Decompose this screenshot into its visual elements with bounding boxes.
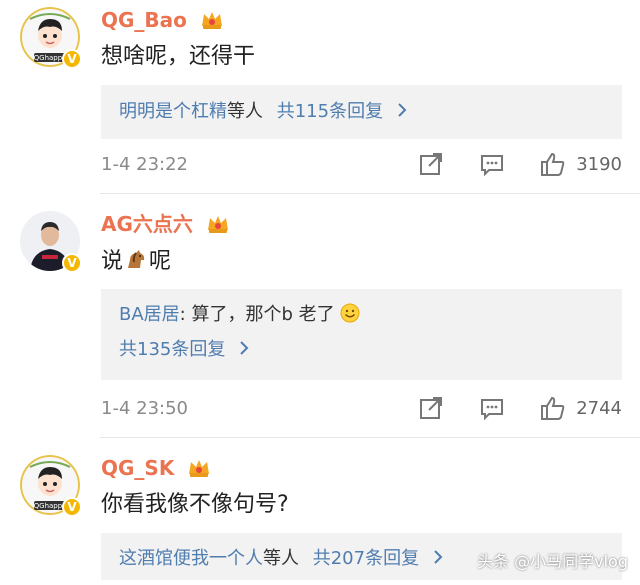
smile-emoji	[340, 303, 360, 330]
comment-meta: 1-4 23:50 2744	[101, 395, 622, 425]
watermark: 头条 @小马同学vlog	[477, 552, 628, 571]
verified-icon: V	[62, 497, 82, 517]
comment-meta: 1-4 23:22 3190	[101, 151, 622, 181]
divider	[100, 437, 640, 438]
reply-icon[interactable]	[479, 151, 505, 181]
crown-icon	[206, 214, 230, 239]
like-icon[interactable]	[539, 395, 567, 425]
horse-emoji	[124, 248, 148, 280]
reply-user-link[interactable]: BA居居	[119, 304, 180, 325]
like-count: 3190	[576, 154, 622, 175]
crown-icon	[200, 10, 224, 35]
crown-icon	[187, 458, 211, 483]
timestamp: 1-4 23:22	[101, 154, 188, 175]
username[interactable]: QG_Bao	[101, 8, 224, 35]
reply-icon[interactable]	[479, 395, 505, 425]
avatar[interactable]: QGhappy V	[20, 7, 82, 69]
timestamp: 1-4 23:50	[101, 398, 188, 419]
verified-icon: V	[62, 49, 82, 69]
reply-suffix: 等人	[227, 101, 263, 122]
avatar[interactable]: V	[20, 211, 82, 273]
username[interactable]: AG六点六	[101, 212, 230, 239]
reply-count-link[interactable]: 共115条回复	[277, 101, 383, 122]
chevron-right-icon	[433, 547, 443, 571]
share-icon[interactable]	[418, 151, 444, 181]
comment-text: 想啥呢，还得干	[101, 44, 256, 69]
reply-user-link[interactable]: 明明是个杠精	[119, 101, 227, 122]
chevron-right-icon	[239, 338, 249, 362]
comment-text: 你看我像不像句号?	[101, 492, 289, 517]
like-count: 2744	[576, 398, 622, 419]
reply-suffix: 等人	[263, 548, 299, 569]
like-icon[interactable]	[539, 151, 567, 181]
reply-preview[interactable]: 明明是个杠精等人 共115条回复	[101, 85, 622, 139]
avatar[interactable]: QGhappy V	[20, 455, 82, 517]
comment-text: 说 呢	[101, 248, 171, 280]
reply-preview[interactable]: BA居居: 算了，那个b 老了 共135条回复	[101, 289, 622, 380]
reply-count-link[interactable]: 共135条回复	[119, 339, 225, 360]
reply-user-link[interactable]: 这酒馆便我一个人	[119, 548, 263, 569]
divider	[100, 193, 640, 194]
verified-icon: V	[62, 253, 82, 273]
reply-quote-text: : 算了，那个b 老了	[179, 304, 335, 325]
share-icon[interactable]	[418, 395, 444, 425]
chevron-right-icon	[397, 100, 407, 124]
username[interactable]: QG_SK	[101, 456, 211, 483]
reply-count-link[interactable]: 共207条回复	[313, 548, 419, 569]
